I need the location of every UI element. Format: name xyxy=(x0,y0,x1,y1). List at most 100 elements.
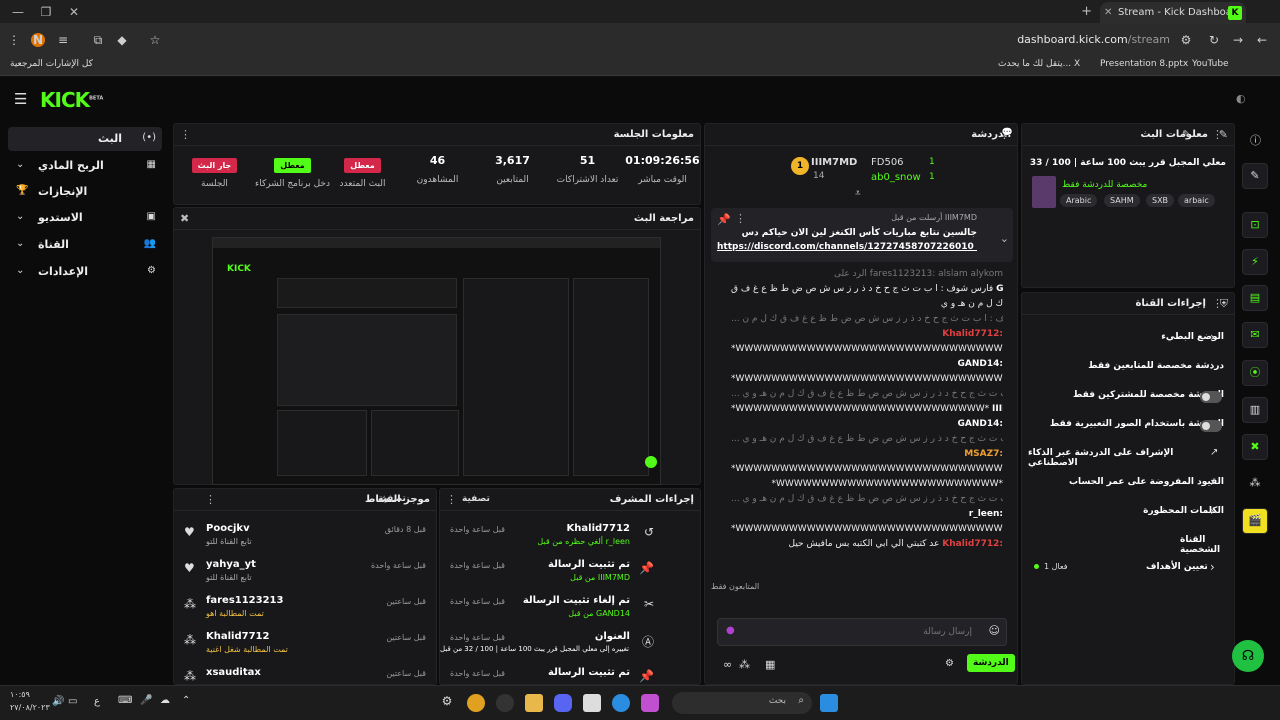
extensions-icon[interactable]: ⧉ xyxy=(90,32,106,48)
forward-icon[interactable]: → xyxy=(1230,32,1246,48)
settings-app-icon[interactable]: ⚙ xyxy=(438,694,456,712)
points-rail-icon[interactable]: ⁂ xyxy=(1242,471,1268,497)
chat-username[interactable]: r_leen: xyxy=(969,509,1003,519)
nav-item-studio[interactable]: ⌄ الاستديو ▣ xyxy=(8,206,162,230)
tag[interactable]: SAHM xyxy=(1104,194,1140,207)
points-icon[interactable]: ⁂ xyxy=(739,658,750,671)
edge-app-icon[interactable] xyxy=(612,694,630,712)
tag[interactable]: Arabic xyxy=(1060,194,1098,207)
chat-username[interactable]: GAND14: xyxy=(958,419,1003,429)
shield-icon[interactable]: ◆ xyxy=(114,32,130,48)
browser-tab[interactable]: ✕ Stream - Kick Dashboard K xyxy=(1100,2,1246,24)
infinity-icon[interactable]: ∞ xyxy=(723,658,732,671)
chat-more-icon[interactable]: ⋮ xyxy=(999,128,1010,141)
chat-username[interactable]: GAND14: xyxy=(958,359,1003,369)
start-icon[interactable] xyxy=(820,694,838,712)
site-settings-icon[interactable]: ⚙ xyxy=(1178,32,1194,48)
filter-button[interactable]: تصفية xyxy=(378,494,406,504)
chat-settings-icon[interactable]: ⚙ xyxy=(945,658,954,669)
nav-item-achievements[interactable]: الإنجازات 🏆 xyxy=(8,180,162,204)
chevron-down-icon[interactable]: ⌄ xyxy=(1000,232,1009,245)
pinned-more-icon[interactable]: ⋮ xyxy=(735,212,746,225)
new-tab-icon[interactable]: + xyxy=(1081,4,1092,19)
more-icon[interactable]: ⋮ xyxy=(180,128,191,141)
tag[interactable]: SXB xyxy=(1146,194,1175,207)
hamburger-icon[interactable]: ☰ xyxy=(14,90,27,108)
bookmark-presentation[interactable]: Presentation 8.pptx xyxy=(1100,59,1188,69)
nav-item-settings[interactable]: ⌄ الإعدادات ⚙ xyxy=(8,260,162,284)
cloud-icon[interactable]: ☁ xyxy=(160,695,170,706)
bookmark-x[interactable]: يتقل لك ما يحدث... X xyxy=(998,59,1080,69)
bookmark-youtube[interactable]: YouTube xyxy=(1192,59,1229,69)
copilot-app-icon[interactable] xyxy=(641,694,659,712)
stream-preview-video[interactable]: KICK xyxy=(212,237,661,485)
chat-username[interactable]: MSAZ7: xyxy=(964,449,1003,459)
send-chat-button[interactable]: الدردشة xyxy=(967,654,1015,672)
record-icon[interactable]: ⊡ xyxy=(1242,212,1268,238)
server-icon[interactable]: ▥ xyxy=(1242,397,1268,423)
more-icon[interactable]: ⋮ xyxy=(1212,128,1223,141)
action-followers-only[interactable]: دردشة مخصصة للمتابعين فقط › xyxy=(1028,354,1228,382)
bookmark-all[interactable]: كل الإشارات المرجعية xyxy=(10,59,93,69)
nav-item-stream[interactable]: (•) البث xyxy=(8,127,162,151)
menu-dots-icon[interactable]: ⋮ xyxy=(6,32,22,48)
top-user-name[interactable]: FD506 xyxy=(871,157,904,168)
lightning-icon[interactable]: ⚡ xyxy=(1242,249,1268,275)
volume-icon[interactable]: 🔊 xyxy=(52,696,64,707)
action-account-age[interactable]: القيود المفروضة على عمر الحساب › xyxy=(1028,470,1228,498)
more-icon[interactable]: ⋮ xyxy=(446,493,457,506)
chat-username[interactable]: Khalid7712: xyxy=(942,539,1003,549)
nav-item-channel[interactable]: ⌄ القناة 👥 xyxy=(8,233,162,257)
chat-input[interactable] xyxy=(742,623,972,641)
tag[interactable]: arbaic xyxy=(1178,194,1215,207)
chat-username[interactable]: GAND14: xyxy=(996,284,1003,294)
mic-icon[interactable]: ● xyxy=(726,625,735,636)
more-icon[interactable]: ⋮ xyxy=(1212,297,1223,310)
nav-item-monetization[interactable]: ⌄ الربح المادي ▦ xyxy=(8,154,162,178)
wrench-icon[interactable]: ✖ xyxy=(1242,434,1268,460)
store-app-icon[interactable] xyxy=(583,694,601,712)
top-user-name[interactable]: ab0_snow xyxy=(871,172,921,183)
media-icon[interactable]: ≡ xyxy=(55,32,71,48)
taskbar-search[interactable]: بحث ⌕ xyxy=(672,692,812,714)
action-goals[interactable]: تعيين الأهداف فعال 1 › xyxy=(1028,555,1228,583)
clipboard-icon[interactable]: ▤ xyxy=(1242,285,1268,311)
minimize-icon[interactable]: — xyxy=(10,4,26,20)
action-ai-moderation[interactable]: الإشراف على الدردشة عبر الذكاء الاصطناعي… xyxy=(1028,441,1228,469)
chat-username[interactable]: IIIM7MD: xyxy=(992,404,1003,414)
clapper-icon[interactable]: 🎬 xyxy=(1242,508,1268,534)
emotes-only-toggle[interactable] xyxy=(1200,420,1222,432)
url-field[interactable]: dashboard.kick.com/stream xyxy=(1017,33,1170,46)
discord-app-icon[interactable] xyxy=(554,694,572,712)
info-icon[interactable]: ⓘ xyxy=(1250,132,1261,148)
reload-icon[interactable]: ↻ xyxy=(1206,32,1222,48)
broadcast-icon[interactable]: ⦿ xyxy=(1242,360,1268,386)
chat-username[interactable]: Khalid7712: xyxy=(942,329,1003,339)
action-banned-words[interactable]: الكلمات المحظورة › xyxy=(1028,499,1228,527)
more-icon[interactable]: ⋮ xyxy=(205,493,216,506)
subscribers-only-toggle[interactable] xyxy=(1200,391,1222,403)
language-indicator[interactable]: ع xyxy=(94,696,100,707)
action-slow-mode[interactable]: الوضع البطيء › xyxy=(1028,325,1228,353)
restore-icon[interactable]: ❐ xyxy=(38,4,54,20)
microphone-icon[interactable]: 🎤 xyxy=(140,695,152,706)
help-support-icon[interactable]: ☊ xyxy=(1232,640,1264,672)
edit-icon[interactable]: ✎ xyxy=(1182,128,1191,141)
pin-icon[interactable]: 📌 xyxy=(717,213,731,226)
file-explorer-icon[interactable] xyxy=(525,694,543,712)
emoji-icon[interactable]: ☺ xyxy=(989,624,1000,637)
user-menu-icon[interactable]: ◐ xyxy=(1236,92,1246,105)
store-icon[interactable]: ▦ xyxy=(765,658,775,671)
chat-rail-icon[interactable]: ✉ xyxy=(1242,322,1268,348)
keyboard-icon[interactable]: ⌨ xyxy=(118,695,132,706)
filter-button[interactable]: تصفية xyxy=(462,494,490,504)
pinned-link[interactable]: https://discord.com/channels/12727458707… xyxy=(717,242,977,252)
chevron-up-icon[interactable]: ⌃ xyxy=(182,695,190,706)
back-icon[interactable]: ← xyxy=(1254,32,1270,48)
obs-app-icon[interactable] xyxy=(496,694,514,712)
monitor-icon[interactable]: ▭ xyxy=(68,696,77,707)
close-window-icon[interactable]: ✕ xyxy=(66,4,82,20)
top-user-name[interactable]: IIIM7MD xyxy=(811,157,857,168)
edit-rail-icon[interactable]: ✎ xyxy=(1242,163,1268,189)
expand-icon[interactable]: ⩡ xyxy=(855,188,861,199)
